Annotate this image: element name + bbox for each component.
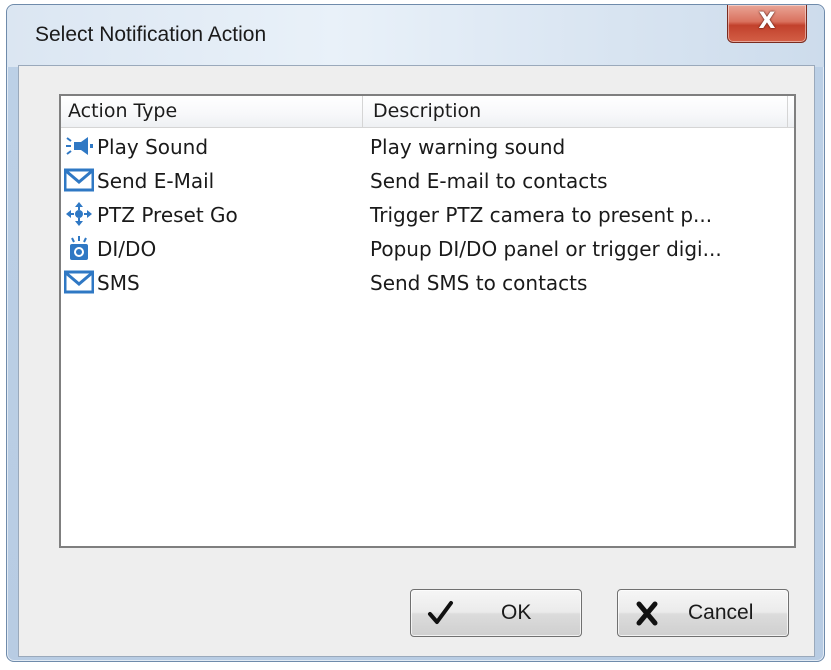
list-item-sms[interactable]: SMS Send SMS to contacts — [61, 266, 794, 300]
close-button[interactable]: X — [727, 5, 807, 43]
item-description: Popup DI/DO panel or trigger digi... — [370, 237, 722, 261]
item-description: Play warning sound — [370, 135, 566, 159]
list-item-ptz-preset-go[interactable]: PTZ Preset Go Trigger PTZ camera to pres… — [61, 198, 794, 232]
item-description: Trigger PTZ camera to present p... — [370, 203, 713, 227]
list-item-di-do[interactable]: DI/DO Popup DI/DO panel or trigger digi.… — [61, 232, 794, 266]
list-item-play-sound[interactable]: Play Sound Play warning sound — [61, 130, 794, 164]
list-item-send-email[interactable]: Send E-Mail Send E-mail to contacts — [61, 164, 794, 198]
column-header-action-type[interactable]: Action Type — [61, 96, 363, 127]
dialog-body: Action Type Description Play Sound Play — [18, 65, 815, 657]
list-body: Play Sound Play warning sound Send E-Mai… — [61, 130, 794, 300]
close-icon: X — [758, 9, 776, 34]
di-do-icon — [70, 236, 88, 260]
envelope-icon — [64, 270, 94, 294]
list-header: Action Type Description — [61, 96, 794, 128]
envelope-icon — [64, 168, 94, 192]
ok-button[interactable]: OK — [410, 589, 582, 637]
title-bar[interactable]: Select Notification Action X — [7, 5, 824, 67]
cancel-button-label: Cancel — [688, 601, 754, 624]
column-header-description[interactable]: Description — [363, 96, 788, 127]
item-label: PTZ Preset Go — [97, 203, 238, 227]
x-mark-icon — [636, 601, 658, 626]
window-title: Select Notification Action — [35, 23, 267, 46]
dialog-window: Select Notification Action X Action Type… — [6, 4, 825, 662]
speaker-icon — [66, 137, 93, 155]
item-description: Send SMS to contacts — [370, 271, 588, 295]
item-description: Send E-mail to contacts — [370, 169, 608, 193]
item-label: SMS — [97, 271, 140, 295]
ptz-arrows-icon — [66, 202, 92, 226]
action-list[interactable]: Action Type Description Play Sound Play — [59, 94, 796, 548]
item-label: Send E-Mail — [97, 169, 215, 193]
cancel-button[interactable]: Cancel — [617, 589, 789, 637]
ok-button-label: OK — [501, 601, 532, 624]
item-label: DI/DO — [97, 237, 157, 261]
item-label: Play Sound — [97, 135, 209, 159]
checkmark-icon — [428, 601, 453, 624]
